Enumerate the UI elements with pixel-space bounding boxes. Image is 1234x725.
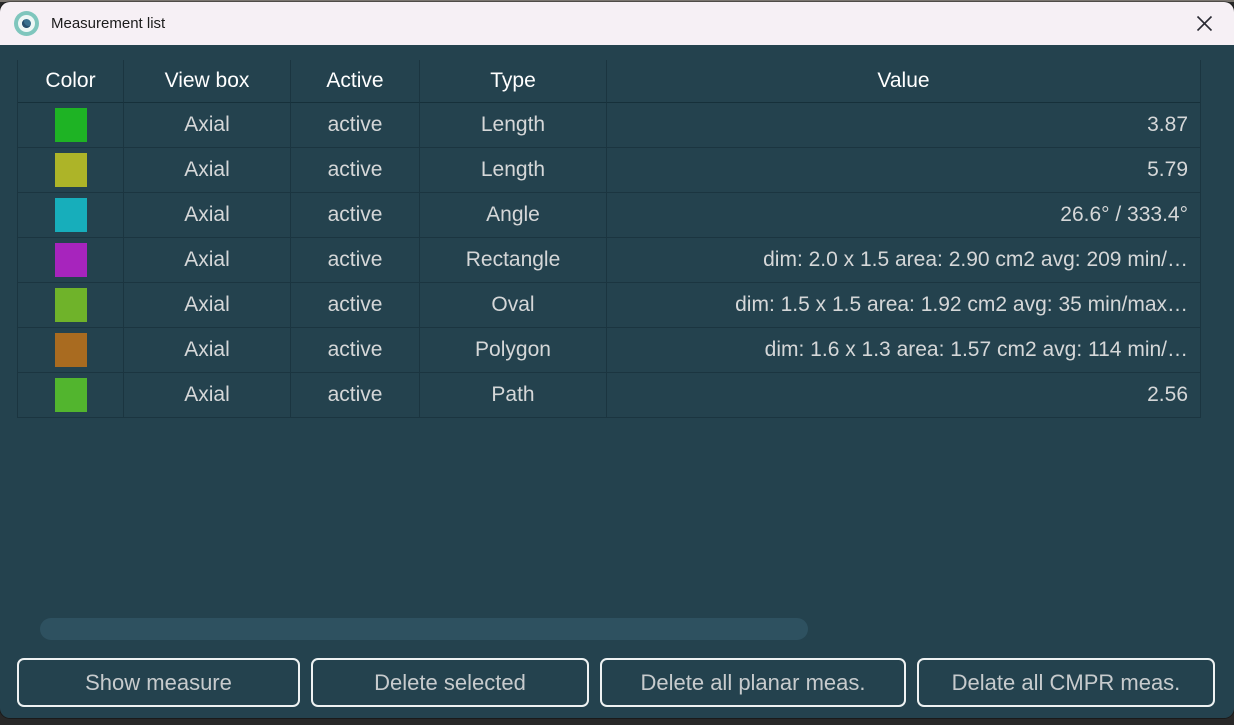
color-cell <box>18 283 124 328</box>
type-cell: Length <box>420 103 607 148</box>
active-cell: active <box>291 193 420 238</box>
measurement-color-swatch <box>55 153 87 187</box>
active-cell: active <box>291 103 420 148</box>
measurement-list-dialog: Measurement list Color View box Active T… <box>0 2 1234 718</box>
table-row[interactable]: AxialactiveLength5.79 <box>18 148 1200 193</box>
header-value: Value <box>607 60 1200 103</box>
view-box-cell: Axial <box>124 103 291 148</box>
table-row[interactable]: AxialactiveRectangledim: 2.0 x 1.5 area:… <box>18 238 1200 283</box>
measurement-color-swatch <box>55 378 87 412</box>
title-bar[interactable]: Measurement list <box>0 2 1234 45</box>
type-cell: Polygon <box>420 328 607 373</box>
color-cell <box>18 373 124 418</box>
value-cell: dim: 2.0 x 1.5 area: 2.90 cm2 avg: 209 m… <box>607 238 1200 283</box>
button-row: Show measure Delete selected Delete all … <box>17 658 1217 707</box>
measurement-table: Color View box Active Type Value Axialac… <box>17 60 1201 418</box>
active-cell: active <box>291 373 420 418</box>
type-cell: Rectangle <box>420 238 607 283</box>
color-cell <box>18 193 124 238</box>
value-cell: dim: 1.5 x 1.5 area: 1.92 cm2 avg: 35 mi… <box>607 283 1200 328</box>
type-cell: Path <box>420 373 607 418</box>
delete-all-cmpr-meas-button[interactable]: Delate all CMPR meas. <box>917 658 1215 707</box>
window-title: Measurement list <box>51 15 165 32</box>
type-cell: Oval <box>420 283 607 328</box>
table-row[interactable]: AxialactiveOvaldim: 1.5 x 1.5 area: 1.92… <box>18 283 1200 328</box>
table-row[interactable]: AxialactivePath2.56 <box>18 373 1200 418</box>
header-color: Color <box>18 60 124 103</box>
measurement-table-body: AxialactiveLength3.87AxialactiveLength5.… <box>18 103 1200 418</box>
close-button[interactable] <box>1182 2 1226 45</box>
view-box-cell: Axial <box>124 148 291 193</box>
table-row[interactable]: AxialactiveAngle26.6° / 333.4° <box>18 193 1200 238</box>
value-cell: 3.87 <box>607 103 1200 148</box>
color-cell <box>18 328 124 373</box>
value-cell: 2.56 <box>607 373 1200 418</box>
close-icon <box>1196 15 1213 32</box>
view-box-cell: Axial <box>124 373 291 418</box>
color-cell <box>18 103 124 148</box>
view-box-cell: Axial <box>124 193 291 238</box>
active-cell: active <box>291 148 420 193</box>
active-cell: active <box>291 328 420 373</box>
dialog-body: Color View box Active Type Value Axialac… <box>0 45 1234 718</box>
value-cell: 26.6° / 333.4° <box>607 193 1200 238</box>
horizontal-scrollbar-thumb[interactable] <box>40 618 808 640</box>
active-cell: active <box>291 238 420 283</box>
header-active: Active <box>291 60 420 103</box>
app-logo-icon <box>14 11 39 36</box>
measurement-color-swatch <box>55 108 87 142</box>
measurement-color-swatch <box>55 333 87 367</box>
measurement-color-swatch <box>55 288 87 322</box>
view-box-cell: Axial <box>124 283 291 328</box>
color-cell <box>18 148 124 193</box>
type-cell: Length <box>420 148 607 193</box>
measurement-color-swatch <box>55 243 87 277</box>
delete-selected-button[interactable]: Delete selected <box>311 658 589 707</box>
value-cell: 5.79 <box>607 148 1200 193</box>
table-row[interactable]: AxialactiveLength3.87 <box>18 103 1200 148</box>
delete-all-planar-meas-button[interactable]: Delete all planar meas. <box>600 658 906 707</box>
measurement-color-swatch <box>55 198 87 232</box>
view-box-cell: Axial <box>124 238 291 283</box>
header-type: Type <box>420 60 607 103</box>
table-row[interactable]: AxialactivePolygondim: 1.6 x 1.3 area: 1… <box>18 328 1200 373</box>
value-cell: dim: 1.6 x 1.3 area: 1.57 cm2 avg: 114 m… <box>607 328 1200 373</box>
view-box-cell: Axial <box>124 328 291 373</box>
color-cell <box>18 238 124 283</box>
table-header-row: Color View box Active Type Value <box>18 60 1200 103</box>
show-measure-button[interactable]: Show measure <box>17 658 300 707</box>
active-cell: active <box>291 283 420 328</box>
type-cell: Angle <box>420 193 607 238</box>
header-view-box: View box <box>124 60 291 103</box>
